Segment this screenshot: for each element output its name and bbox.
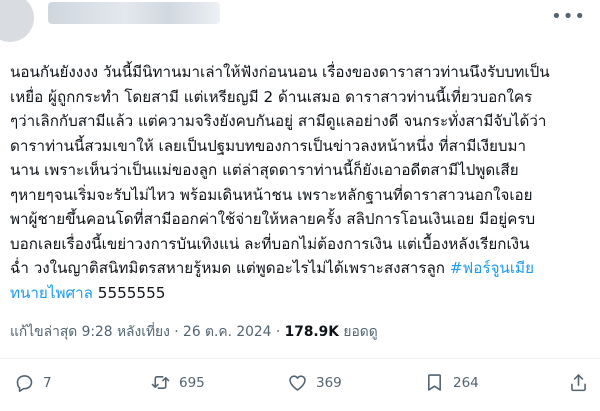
divider — [0, 358, 600, 359]
hashtag-link[interactable]: #ฟอร์จูนเมีย — [450, 259, 534, 277]
more-dots-icon[interactable]: ••• — [551, 6, 586, 27]
tweet-line: พาผู้ชายขึ้นคอนโดที่สามีออกค่าใช้จ่ายให้… — [10, 210, 536, 228]
date-link[interactable]: 26 ต.ค. 2024 — [183, 324, 271, 340]
views-count: 178.9K — [284, 324, 339, 340]
bookmark-icon — [428, 374, 441, 391]
retweet-count: 695 — [179, 374, 205, 391]
bookmark-count: 264 — [453, 374, 479, 391]
reply-button[interactable]: 7 — [14, 372, 52, 393]
tweet-line: ๆหายๆจนเริ่มจะรับไม่ไหว พร้อมเดินหน้าชน … — [10, 185, 533, 204]
tweet-line: ฉ่ำ วงในญาติสนิทมิตรสหายรู้หมด แต่พูดอะไ… — [10, 259, 445, 277]
bookmark-button[interactable]: 264 — [424, 372, 479, 393]
tweet-line: เหยื่อ ผู้ถูกกระทำ โดยสามี แต่เหรียญมี 2… — [10, 87, 533, 106]
reply-count: 7 — [43, 374, 52, 391]
blurred-author-name[interactable] — [48, 2, 220, 24]
hashtag-link-continued[interactable]: ทนายไพศาล — [10, 284, 93, 302]
tweet-line: ดาราท่านนี้สวมเขาให้ เลยเป็นปฐมบทของการเ… — [10, 136, 527, 155]
views-label: ยอดดู — [343, 324, 378, 340]
tweet-text: นอนกันยังงงง วันนี้มีนิทานมาเล่าให้ฟังก่… — [10, 60, 590, 305]
share-button[interactable] — [568, 372, 597, 393]
dot-separator: · — [174, 324, 179, 340]
like-button[interactable]: 369 — [287, 372, 342, 393]
edited-time-link[interactable]: แก้ไขล่าสุด 9:28 หลังเที่ยง — [10, 324, 170, 340]
heart-icon — [289, 375, 306, 391]
dot-separator: · — [275, 324, 281, 340]
reply-icon — [16, 375, 33, 393]
tweet-header: ••• — [0, 0, 600, 58]
tweet-line: นาน เพราะเห็นว่าเป็นแม่ของลูก แต่ล่าสุดด… — [10, 161, 519, 179]
retweet-icon — [151, 376, 170, 389]
share-icon — [571, 374, 586, 392]
tweet-meta: แก้ไขล่าสุด 9:28 หลังเที่ยง · 26 ต.ค. 20… — [10, 321, 378, 343]
tweet-line: บอกเลยเรื่องนี้เขย่าวงการบันเทิงแน่ ละที… — [10, 234, 530, 253]
like-count: 369 — [316, 374, 342, 391]
tweet-line: ๆว่าเลิกกับสามีแล้ว แต่ความจริงยังคบกันอ… — [10, 112, 547, 130]
retweet-button[interactable]: 695 — [150, 372, 205, 393]
avatar[interactable] — [0, 0, 34, 42]
action-bar: 7 695 369 264 — [0, 372, 600, 406]
trailing-text: 5555555 — [97, 283, 166, 302]
tweet-line: นอนกันยังงงง วันนี้มีนิทานมาเล่าให้ฟังก่… — [10, 63, 550, 81]
